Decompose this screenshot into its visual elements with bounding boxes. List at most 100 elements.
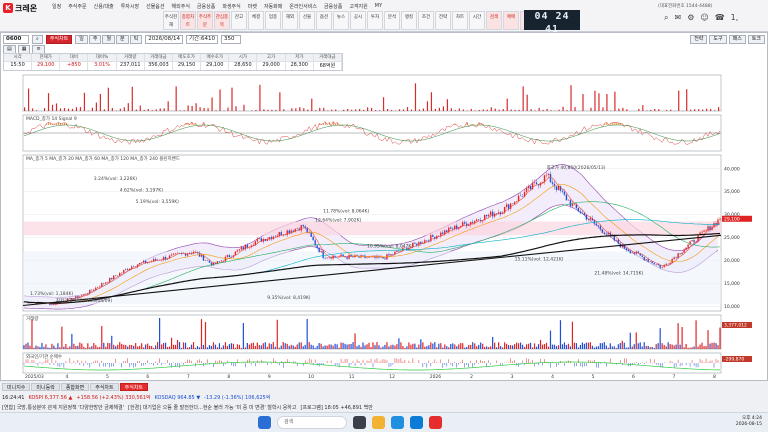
toolbar-button[interactable]: 종합차트 bbox=[180, 11, 196, 30]
folder-icon[interactable] bbox=[372, 416, 385, 429]
volume-bar bbox=[230, 343, 233, 349]
window-tab[interactable]: 미니지수 bbox=[2, 383, 31, 391]
volume-bar bbox=[350, 343, 352, 349]
option-button[interactable]: 도구 bbox=[709, 35, 727, 44]
news-item[interactable]: [프로그램] 18:05 +46,891 백만 bbox=[301, 404, 373, 411]
toolbar-button[interactable]: 체결 bbox=[248, 11, 264, 30]
toolbar-button[interactable]: 매매 bbox=[503, 11, 519, 30]
menu-item[interactable]: 신용/대출 bbox=[94, 3, 114, 10]
indicator-bar bbox=[139, 105, 141, 111]
option-button[interactable]: 전략 bbox=[690, 35, 708, 44]
menu-item[interactable]: 금융상품 bbox=[324, 3, 342, 10]
window-tab[interactable]: 주식차트 bbox=[90, 383, 119, 391]
toolbar-button[interactable]: 잔고 bbox=[231, 11, 247, 30]
interval-button[interactable]: 주 bbox=[88, 35, 102, 44]
toolbar-button[interactable]: 주식주문 bbox=[197, 11, 213, 30]
volume-bar bbox=[89, 347, 91, 349]
count-input[interactable]: 350 bbox=[220, 35, 241, 44]
toolbar-button[interactable]: 주식현재 bbox=[163, 11, 179, 30]
indicator-bar bbox=[602, 107, 604, 111]
axis-badge-label: 29,100 bbox=[724, 216, 740, 222]
menu-item[interactable]: MY bbox=[375, 3, 382, 10]
date-input[interactable]: 2026/08/14 bbox=[145, 35, 183, 44]
quick-toolbar: 주식현재 종합차트 주식주문 관심종목 잔고 체결 업종 해외 선물 옵션 뉴스 공시 투자 분석 랭킹 조건… bbox=[163, 11, 570, 31]
toolbar-button[interactable]: 공시 bbox=[350, 11, 366, 30]
option-button[interactable]: 토크 bbox=[747, 35, 765, 44]
quote-header: 시각 bbox=[4, 54, 33, 61]
volume-bar bbox=[334, 343, 336, 349]
volume-bar bbox=[593, 347, 595, 349]
menu-item[interactable]: 일정 bbox=[52, 3, 61, 10]
option-button[interactable]: 패스 bbox=[728, 35, 746, 44]
header-icon[interactable]: 1, bbox=[731, 13, 739, 23]
browser-icon[interactable] bbox=[391, 416, 404, 429]
toolbar-button[interactable]: 관심종목 bbox=[214, 11, 230, 30]
indicator-bar bbox=[267, 109, 269, 111]
volume-bar bbox=[430, 342, 432, 349]
volume-bar bbox=[111, 335, 113, 349]
menu-item[interactable]: 고객지원 bbox=[349, 3, 367, 10]
toolbar-button[interactable]: 분석 bbox=[384, 11, 400, 30]
toolbar-button[interactable]: 시간 bbox=[469, 11, 485, 30]
volume-bar bbox=[539, 339, 542, 349]
stock-code-input[interactable]: 0600 bbox=[3, 35, 29, 44]
menu-item[interactable]: 주식주문 bbox=[68, 3, 86, 10]
stock-chart[interactable]: 10,00015,00020,00025,00030,00035,00040,0… bbox=[1, 73, 767, 380]
interval-button[interactable]: 틱 bbox=[129, 35, 143, 44]
toolbar-button[interactable]: 뉴스 bbox=[333, 11, 349, 30]
price-zone bbox=[23, 221, 721, 236]
menu-item[interactable]: 선물옵션 bbox=[146, 3, 164, 10]
interval-button[interactable]: 일 bbox=[75, 35, 88, 44]
indicator-bar bbox=[251, 110, 253, 111]
header-icon[interactable]: ☎ bbox=[715, 13, 725, 23]
start-icon[interactable] bbox=[258, 416, 271, 429]
volume-bar bbox=[99, 346, 101, 349]
volume-bar bbox=[529, 342, 532, 349]
indicator-bar bbox=[606, 93, 608, 111]
toolbar-button[interactable]: 검색 bbox=[486, 11, 502, 30]
header-icon[interactable]: ⌕ bbox=[664, 13, 668, 23]
toolbar-button[interactable]: 조건 bbox=[418, 11, 434, 30]
chart-tab[interactable]: 주식차트 bbox=[45, 35, 73, 44]
menu-item[interactable]: 금융상품 bbox=[197, 3, 215, 10]
volume-bar bbox=[543, 344, 546, 349]
menu-item[interactable]: 투자시장 bbox=[121, 3, 139, 10]
candle bbox=[113, 275, 115, 280]
news-item[interactable]: [한경] 대기업은 으뜸 줄 발전한다...현순 불러 가능 '미 중 미 변경… bbox=[128, 404, 297, 411]
menu-item[interactable]: 마켓 bbox=[248, 3, 257, 10]
taskbar-search[interactable]: 검색 bbox=[277, 416, 347, 429]
search-code-button[interactable]: ⌕ bbox=[32, 35, 43, 44]
menu-item[interactable]: 자동화매 bbox=[264, 3, 282, 10]
window-tab[interactable]: 미니등락 bbox=[31, 383, 60, 391]
header-icon[interactable]: ☺ bbox=[700, 13, 708, 23]
interval-button[interactable]: 분 bbox=[116, 35, 129, 44]
indicator-bar bbox=[51, 104, 54, 111]
indicator-bar bbox=[295, 108, 297, 111]
toolbar-button[interactable]: 해외 bbox=[282, 11, 298, 30]
system-tray[interactable]: 오후 4:24 2026-08-15 bbox=[736, 416, 762, 428]
volume-bar bbox=[67, 347, 69, 349]
indicator-bar bbox=[490, 107, 492, 111]
header-icon[interactable]: ✉ bbox=[674, 13, 681, 23]
toolbar-button[interactable]: 차트 bbox=[452, 11, 468, 30]
taskview-icon[interactable] bbox=[353, 416, 366, 429]
toolbar-button[interactable]: 옵션 bbox=[316, 11, 332, 30]
quote-value: 15:50 bbox=[4, 61, 33, 70]
news-item[interactable]: [연합] 국방,통상분야 관계 지원정책 '다양한방안 금제해결' bbox=[2, 404, 124, 411]
toolbar-button[interactable]: 업종 bbox=[265, 11, 281, 30]
volume-bar bbox=[488, 347, 490, 349]
toolbar-button[interactable]: 선물 bbox=[299, 11, 315, 30]
menu-item[interactable]: 해외주식 bbox=[172, 3, 190, 10]
store-icon[interactable] bbox=[410, 416, 423, 429]
toolbar-button[interactable]: 투자 bbox=[367, 11, 383, 30]
menu-item[interactable]: 온라인서비스 bbox=[289, 3, 317, 10]
window-tab[interactable]: 주식차트 bbox=[119, 383, 149, 391]
interval-button[interactable]: 월 bbox=[102, 35, 116, 44]
toolbar-button[interactable]: 전략 bbox=[435, 11, 451, 30]
window-tab[interactable]: 종합화면 bbox=[60, 383, 90, 391]
header-icon[interactable]: ⚙ bbox=[687, 13, 694, 23]
creon-app-icon[interactable] bbox=[429, 416, 442, 429]
period-input[interactable]: 기간:6410 bbox=[185, 35, 218, 44]
toolbar-button[interactable]: 랭킹 bbox=[401, 11, 417, 30]
menu-item[interactable]: 파생주식 bbox=[222, 3, 240, 10]
